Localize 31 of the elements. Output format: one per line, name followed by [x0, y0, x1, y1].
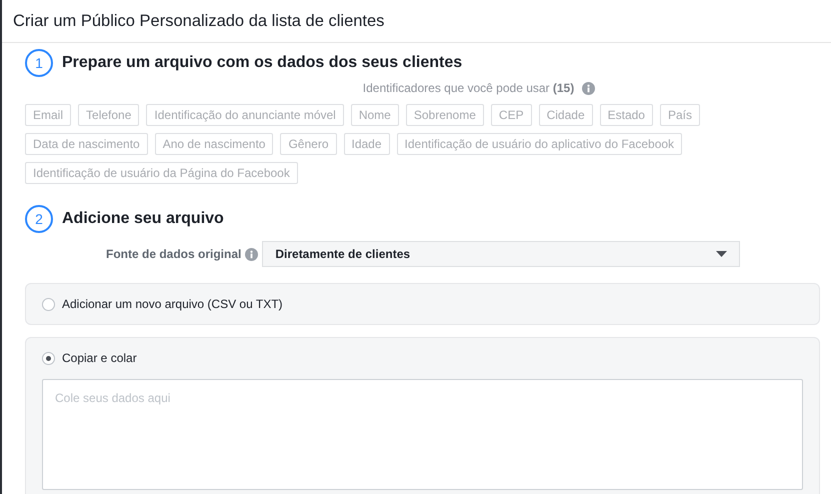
info-icon[interactable] — [245, 248, 258, 260]
radio-button[interactable] — [42, 298, 55, 310]
radio-button[interactable] — [42, 352, 55, 364]
info-icon[interactable] — [582, 82, 596, 94]
identifier-tag: Gênero — [280, 133, 336, 155]
data-input-field[interactable]: Cole seus dados aqui — [42, 379, 803, 490]
identifier-tag: Data de nascimento — [25, 133, 148, 155]
option-label: Adicionar um novo arquivo (CSV ou TXT) — [62, 297, 283, 311]
identifier-tag: CEP — [490, 104, 532, 126]
identifier-tag: Sobrenome — [406, 104, 484, 126]
step-title: Adicione seu arquivo — [62, 210, 224, 228]
option-label: Copiar e colar — [62, 351, 137, 365]
step-number: 1 — [25, 49, 53, 77]
identifier-tag: Identificação do anunciante móvel — [146, 104, 344, 126]
identifier-tag: Ano de nascimento — [154, 133, 274, 155]
identifier-tag: Email — [25, 104, 72, 126]
identifier-tag: Identificação de usuário do aplicativo do Facebook — [396, 133, 682, 155]
identifier-tag: Nome — [350, 104, 399, 126]
step-number: 2 — [25, 205, 53, 233]
identifier-tag: Identificação de usuário da Página do Facebook — [25, 162, 298, 184]
field-label: Fonte de dados original — [106, 247, 242, 261]
identifier-tag: Cidade — [538, 104, 593, 126]
identifier-tag: Idade — [344, 133, 390, 155]
step-title: Prepare um arquivo com os dados dos seus clientes — [62, 54, 462, 72]
identifier-tag: Telefone — [78, 104, 140, 126]
identifiers-hint: Identificadores que você pode usar (15) — [362, 81, 574, 95]
identifier-tag: Estado — [600, 104, 653, 126]
window-title: Criar um Público Personalizado da lista de clientes — [13, 12, 384, 30]
source-dropdown[interactable]: Diretamente de clientes — [262, 241, 740, 267]
caret-icon — [716, 251, 728, 257]
identifier-tag: País — [660, 104, 700, 126]
